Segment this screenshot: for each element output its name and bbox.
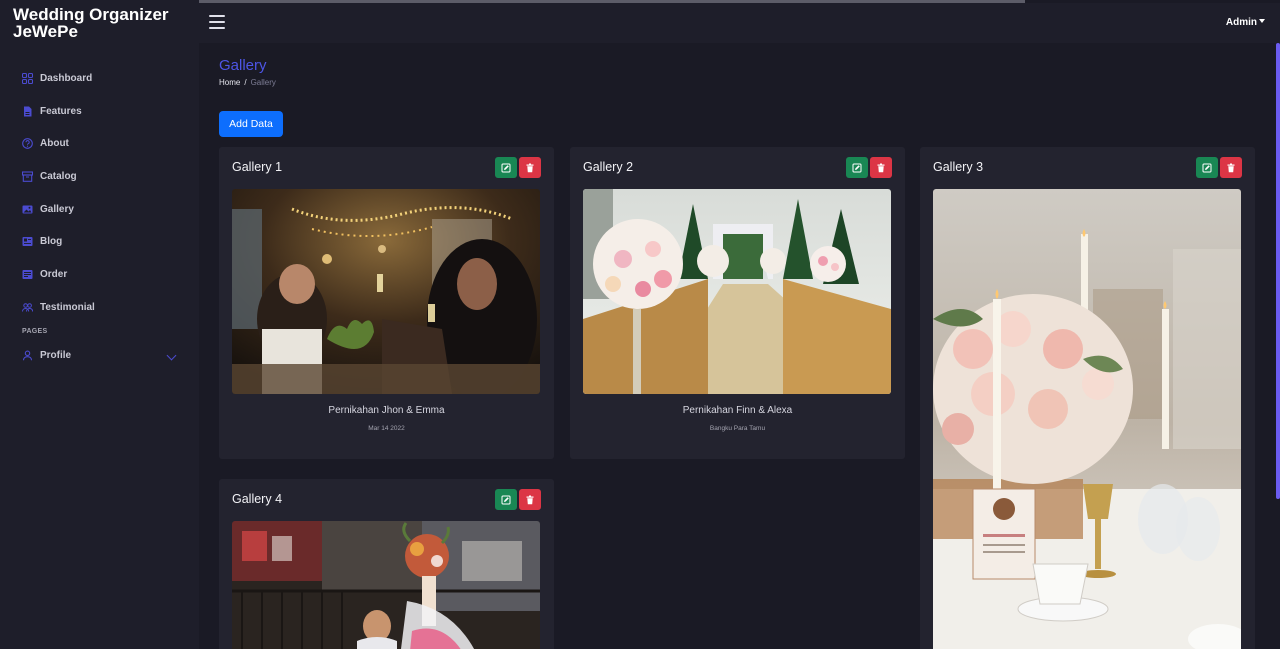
edit-button[interactable] [846, 157, 868, 178]
sidebar-item-testimonial[interactable]: Testimonial [0, 291, 199, 324]
sidebar-item-features[interactable]: Features [0, 95, 199, 128]
delete-button[interactable] [519, 157, 541, 178]
trash-icon [877, 163, 885, 172]
gallery-card-3: Gallery 3 [920, 147, 1255, 649]
gallery-caption: Pernikahan Jhon & Emma [328, 405, 445, 416]
delete-button[interactable] [870, 157, 892, 178]
sidebar-item-label: Blog [40, 236, 63, 248]
sidebar-item-order[interactable]: Order [0, 258, 199, 291]
gallery-card-title: Gallery 1 [232, 160, 283, 174]
gallery-caption: Pernikahan Finn & Alexa [682, 405, 793, 416]
edit-button[interactable] [1196, 157, 1218, 178]
top-navbar: Admin [199, 3, 1280, 43]
gallery-photo-aisle-flowers [583, 189, 891, 394]
document-icon [22, 106, 33, 117]
sidebar-item-label: About [40, 138, 69, 150]
gallery-card-title: Gallery 4 [232, 492, 283, 506]
caret-down-icon [1259, 19, 1265, 23]
archive-icon [21, 171, 34, 182]
page-scrollbar[interactable] [1276, 43, 1280, 499]
sidebar-item-gallery[interactable]: Gallery [0, 193, 199, 226]
edit-icon [1202, 163, 1212, 172]
grid-icon [21, 72, 34, 84]
edit-button[interactable] [495, 489, 517, 510]
trash-icon [526, 495, 534, 504]
gallery-photo-couple-graffiti [232, 521, 540, 649]
sidebar-item-label: Catalog [40, 170, 77, 182]
sidebar-menu: Dashboard Features About Catalog Gallery [0, 62, 199, 372]
breadcrumb: Home / Gallery [219, 78, 276, 87]
gallery-photo-table-centerpiece [933, 189, 1241, 649]
breadcrumb-home-link[interactable]: Home [219, 78, 240, 87]
sidebar-item-label: Profile [40, 350, 72, 362]
sidebar-section-heading: PAGES [22, 328, 48, 335]
gallery-subcaption: Bangku Para Tamu [709, 425, 766, 432]
image-icon [22, 204, 33, 215]
user-name: Admin [1225, 17, 1257, 28]
delete-button[interactable] [1220, 157, 1242, 178]
sidebar-item-profile[interactable]: Profile [0, 340, 199, 373]
sidebar-item-catalog[interactable]: Catalog [0, 160, 199, 193]
sidebar-item-label: Dashboard [40, 72, 93, 84]
trash-icon [1227, 163, 1235, 172]
trash-icon [526, 163, 534, 172]
gallery-subcaption: Mar 14 2022 [368, 425, 405, 432]
sidebar: Wedding Organizer JeWePe Dashboard Featu… [0, 0, 199, 649]
delete-button[interactable] [519, 489, 541, 510]
gallery-card-4: Gallery 4 [219, 479, 554, 649]
people-icon [22, 302, 34, 313]
brand-logo-text[interactable]: Wedding Organizer JeWePe [13, 6, 193, 40]
edit-icon [501, 495, 511, 504]
question-circle-icon [22, 138, 33, 150]
user-menu-dropdown[interactable]: Admin [1226, 17, 1265, 28]
add-data-button[interactable]: Add Data [219, 111, 283, 137]
receipt-icon [22, 269, 33, 280]
gallery-card-1: Gallery 1 Pernikahan Jhon & Emma Mar 14 … [219, 147, 554, 459]
gallery-card-2: Gallery 2 Pernikahan Finn & Alexa Bangku… [570, 147, 905, 459]
page-title: Gallery [219, 57, 267, 74]
edit-icon [852, 163, 862, 172]
breadcrumb-current: Gallery [250, 78, 276, 87]
sidebar-item-label: Order [40, 268, 68, 280]
gallery-card-title: Gallery 2 [583, 160, 634, 174]
sidebar-item-label: Features [40, 105, 82, 117]
gallery-card-title: Gallery 3 [933, 160, 984, 174]
sidebar-item-label: Gallery [40, 203, 74, 215]
sidebar-item-about[interactable]: About [0, 127, 199, 160]
person-icon [22, 350, 33, 361]
chevron-down-icon[interactable] [166, 350, 177, 360]
newspaper-icon [22, 236, 33, 247]
edit-icon [501, 163, 511, 172]
edit-button[interactable] [495, 157, 517, 178]
hamburger-menu-icon[interactable] [209, 15, 225, 29]
sidebar-item-dashboard[interactable]: Dashboard [0, 62, 199, 95]
breadcrumb-separator: / [244, 78, 247, 87]
sidebar-item-blog[interactable]: Blog [0, 225, 199, 258]
sidebar-item-label: Testimonial [40, 301, 95, 313]
gallery-photo-wedding-toast [232, 189, 540, 394]
